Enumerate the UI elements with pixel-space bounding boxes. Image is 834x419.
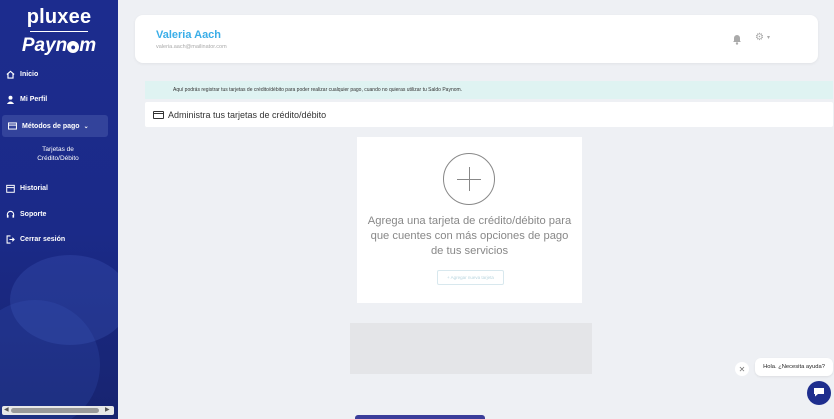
calendar-icon [5, 183, 15, 193]
close-icon[interactable]: ✕ [735, 362, 749, 376]
gear-icon[interactable]: ⚙ [755, 32, 764, 44]
sidebar-item-label: Historial [20, 184, 49, 192]
sidebar-subitem-label-line2: Crédito/Débito [37, 155, 79, 162]
sidebar-item-label: Soporte [20, 210, 47, 218]
sidebar-item-metodos-de-pago[interactable]: Métodos de pago ⌄ [2, 115, 108, 137]
horizontal-scrollbar[interactable]: ◀ ▶ [2, 406, 114, 415]
logo: pluxee Payn ● m [0, 6, 118, 56]
logout-icon [5, 234, 15, 244]
chevron-down-icon: ⌄ [83, 123, 89, 130]
logo-product-accent: m [79, 35, 97, 56]
sidebar-item-label: Mi Perfil [20, 95, 48, 103]
sidebar-item-soporte[interactable]: Soporte [0, 203, 118, 225]
scrollbar-thumb[interactable] [11, 408, 99, 413]
sidebar-item-label: Métodos de pago [22, 122, 80, 130]
add-card-panel: Agrega una tarjeta de crédito/débito par… [357, 137, 582, 303]
sidebar-item-mi-perfil[interactable]: Mi Perfil [0, 88, 118, 110]
credit-card-icon [153, 110, 164, 119]
sidebar: pluxee Payn ● m Inicio Mi Perfil Métodos d… [0, 0, 118, 419]
empty-state-line1: Agrega una tarjeta de crédito/débito par… [367, 215, 572, 227]
chat-button[interactable] [807, 381, 831, 405]
bell-icon[interactable] [732, 32, 742, 45]
add-card-button[interactable]: + Agregar nueva tarjeta [437, 270, 504, 285]
sidebar-item-label: Inicio [20, 70, 39, 78]
info-banner: Aquí podrás registrar tus tarjetas de cr… [145, 81, 833, 99]
empty-state-line3: de tus servicios [430, 245, 509, 257]
plus-circle-icon[interactable] [443, 153, 495, 205]
sidebar-subitem-tarjetas[interactable]: Tarjetas de Crédito/Débito [10, 145, 106, 163]
sidebar-subitem-label-line1: Tarjetas de [42, 146, 74, 153]
sidebar-item-label: Cerrar sesión [20, 235, 66, 243]
sidebar-item-inicio[interactable]: Inicio [0, 63, 118, 85]
placeholder-panel [350, 323, 592, 374]
chevron-down-icon[interactable]: ▾ [767, 34, 770, 41]
info-banner-text: Aquí podrás registrar tus tarjetas de cr… [173, 87, 463, 93]
logo-product-coin: ● [67, 41, 80, 53]
section-title: Administra tus tarjetas de crédito/débit… [168, 109, 327, 120]
card-icon [7, 121, 17, 131]
logo-product: Payn ● m [0, 35, 118, 56]
section-header: Administra tus tarjetas de crédito/débit… [145, 102, 833, 127]
logo-product-text: Payn [21, 35, 68, 56]
logo-divider [30, 31, 88, 32]
header: Valeria Aach valeria.aach@mailinator.com… [135, 15, 818, 63]
sidebar-item-cerrar-sesion[interactable]: Cerrar sesión [0, 228, 118, 250]
chat-icon [813, 384, 825, 402]
logo-brand: pluxee [26, 6, 92, 28]
help-bubble[interactable]: Hola. ¿Necesita ayuda? [755, 358, 833, 376]
bottom-strip [355, 415, 485, 419]
empty-state-message: Agrega una tarjeta de crédito/débito par… [357, 214, 582, 259]
user-icon [5, 94, 15, 104]
sidebar-item-historial[interactable]: Historial [0, 177, 118, 199]
empty-state-line2: que cuentes con más opciones de pago [370, 230, 569, 242]
user-name: Valeria Aach [156, 29, 222, 41]
home-icon [5, 69, 15, 79]
scroll-left-icon[interactable]: ◀ [4, 406, 9, 415]
scroll-right-icon[interactable]: ▶ [105, 406, 110, 415]
user-email: valeria.aach@mailinator.com [156, 44, 227, 50]
headset-icon [5, 209, 15, 219]
